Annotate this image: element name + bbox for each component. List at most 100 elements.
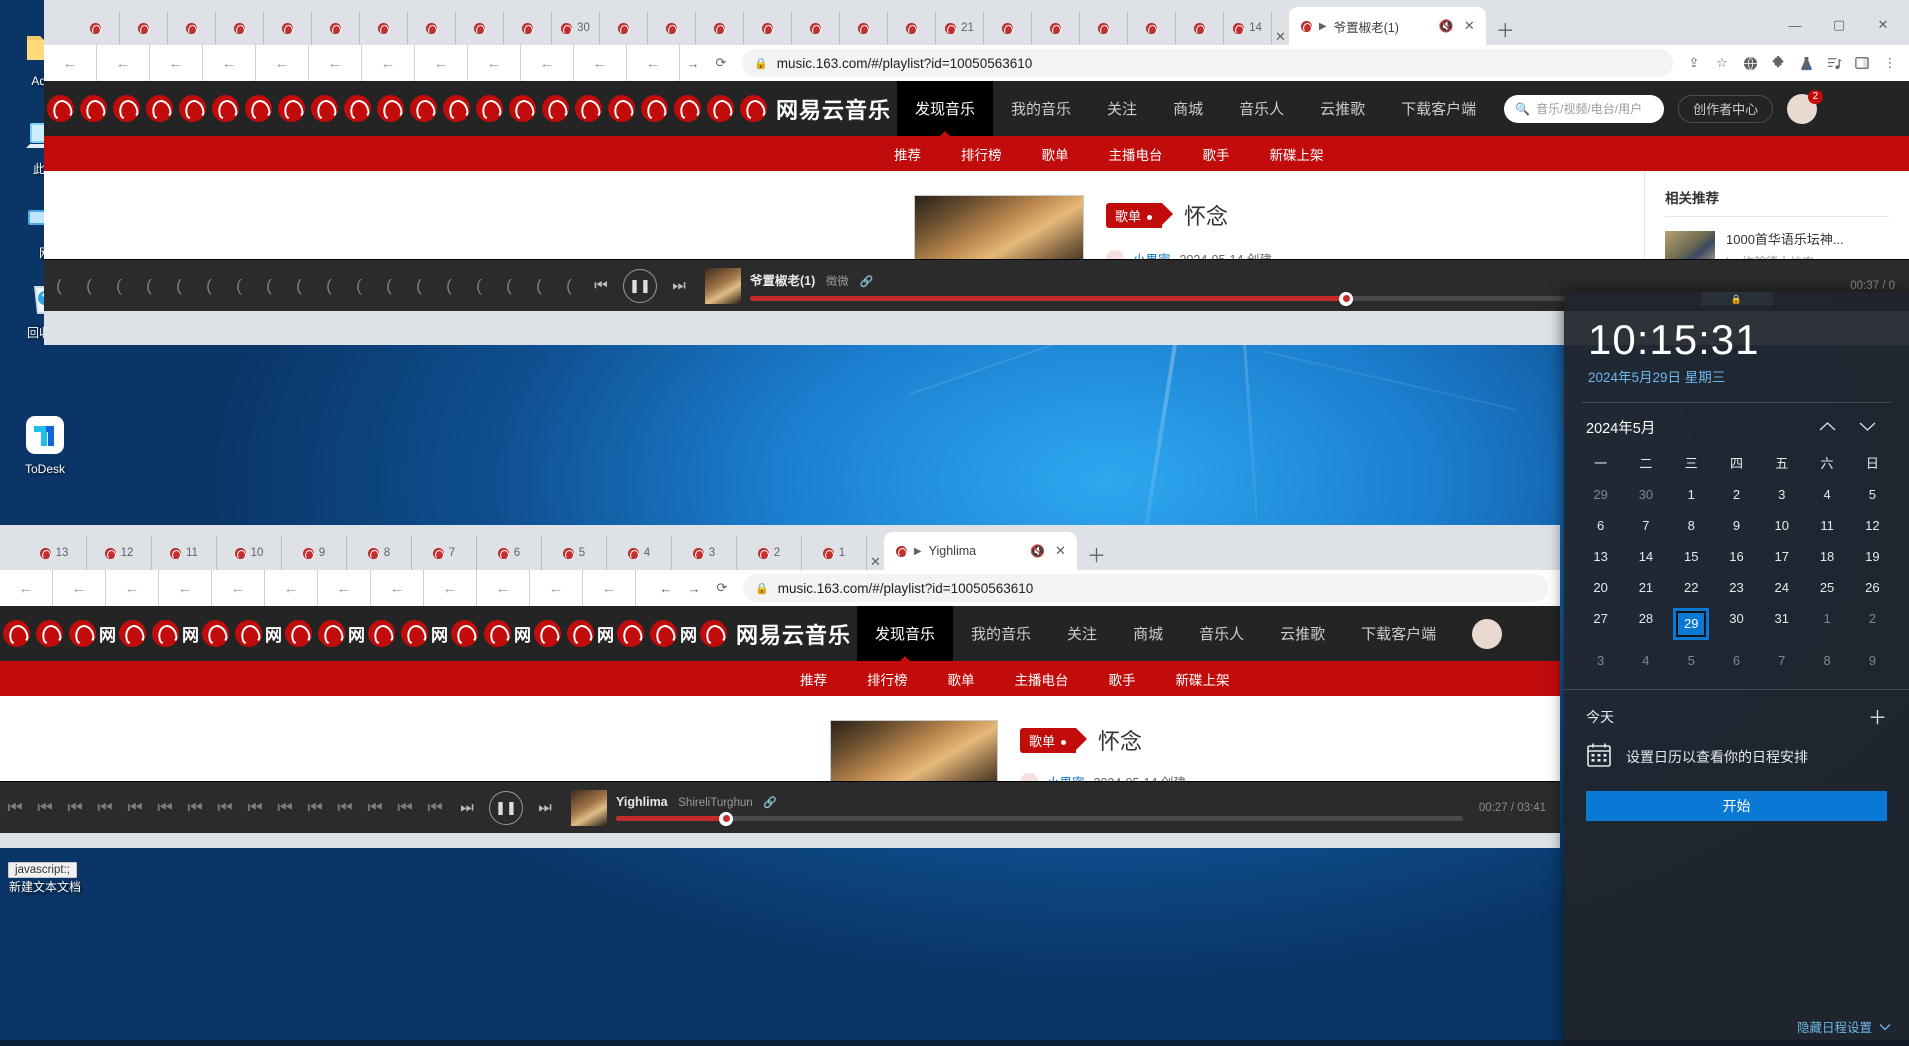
calendar-day[interactable]: 2 bbox=[1850, 604, 1895, 644]
browser-tab-ghost[interactable] bbox=[840, 11, 888, 45]
calendar-day[interactable]: 27 bbox=[1578, 604, 1623, 644]
subnav-item-4[interactable]: 歌手 bbox=[1089, 669, 1156, 689]
nav-item-1[interactable]: 我的音乐 bbox=[953, 606, 1049, 661]
arrow-back-icon[interactable]: ← bbox=[53, 570, 106, 606]
browser-tab-ghost[interactable]: 6 bbox=[477, 536, 542, 570]
new-tab-button[interactable]: ＋ bbox=[1077, 547, 1116, 570]
calendar-day[interactable]: 5 bbox=[1850, 480, 1895, 509]
progress-slider[interactable] bbox=[616, 816, 1463, 821]
calendar-day[interactable]: 29 bbox=[1578, 480, 1623, 509]
side-panel-icon[interactable] bbox=[1849, 50, 1875, 76]
browser-tab-ghost[interactable]: 4 bbox=[607, 536, 672, 570]
browser-tab-ghost[interactable] bbox=[696, 11, 744, 45]
search-input[interactable]: 🔍 音乐/视频/电台/用户 bbox=[1504, 95, 1664, 123]
prev-track-icon[interactable]: ( bbox=[74, 276, 104, 296]
browser-tab-ghost[interactable]: 9 bbox=[282, 536, 347, 570]
netease-logo-icon[interactable] bbox=[697, 620, 730, 647]
minimize-button[interactable]: — bbox=[1773, 18, 1817, 33]
next-track-icon[interactable]: ⏭ bbox=[662, 277, 696, 294]
calendar-day[interactable]: 9 bbox=[1714, 511, 1759, 540]
arrow-back-icon[interactable]: ← bbox=[371, 570, 424, 606]
browser-tab-ghost[interactable] bbox=[408, 11, 456, 45]
subnav-item-5[interactable]: 新碟上架 bbox=[1250, 144, 1344, 164]
nav-item-3[interactable]: 商城 bbox=[1115, 606, 1181, 661]
tab-close-icon[interactable]: ✕ bbox=[1272, 29, 1289, 45]
pause-icon[interactable]: ❚❚ bbox=[623, 269, 657, 303]
tabstrip-bottom[interactable]: 13121110987654321 ✕ ▶ Yighlima 🔇 ✕ ＋ bbox=[0, 525, 1560, 570]
netease-logo-icon[interactable] bbox=[737, 95, 770, 122]
chevron-up-icon[interactable] bbox=[1807, 420, 1847, 435]
prev-track-icon[interactable]: ⏮ bbox=[210, 798, 240, 818]
calendar-day[interactable]: 30 bbox=[1714, 604, 1759, 644]
netease-logo-icon[interactable] bbox=[539, 95, 572, 122]
calendar-day[interactable]: 16 bbox=[1714, 542, 1759, 571]
browser-tab-ghost[interactable] bbox=[456, 11, 504, 45]
browser-tab-ghost[interactable] bbox=[120, 11, 168, 45]
prev-track-icon[interactable]: ( bbox=[104, 276, 134, 296]
kebab-menu-icon[interactable]: ⋮ bbox=[1877, 50, 1903, 76]
netease-logo-icon[interactable] bbox=[638, 95, 671, 122]
browser-tab-ghost[interactable]: 30 bbox=[552, 11, 600, 45]
netease-logo-icon[interactable] bbox=[242, 95, 275, 122]
link-icon[interactable]: 🔗 bbox=[763, 797, 777, 809]
subnav-item-5[interactable]: 新碟上架 bbox=[1156, 669, 1250, 689]
player-bar-bottom[interactable]: ⏮⏮⏮⏮⏮⏮⏮⏮⏮⏮⏮⏮⏮⏮⏮ ⏭ ❚❚ ⏭ Yighlima ShireliT… bbox=[0, 781, 1560, 833]
browser-tab-ghost[interactable]: 2 bbox=[737, 536, 802, 570]
arrow-back-icon[interactable]: ← bbox=[0, 570, 53, 606]
prev-track-icon[interactable]: ( bbox=[44, 276, 74, 296]
netease-logo-icon[interactable] bbox=[308, 95, 341, 122]
calendar-day[interactable]: 7 bbox=[1759, 646, 1804, 675]
browser-tab-ghost[interactable]: 5 bbox=[542, 536, 607, 570]
calendar-day[interactable]: 12 bbox=[1850, 511, 1895, 540]
nav-item-5[interactable]: 云推歌 bbox=[1302, 81, 1383, 136]
calendar-day[interactable]: 6 bbox=[1578, 511, 1623, 540]
browser-tab-ghost[interactable] bbox=[600, 11, 648, 45]
nav-item-0[interactable]: 发现音乐 bbox=[897, 81, 993, 136]
browser-tab-ghost[interactable]: 21 bbox=[936, 11, 984, 45]
calendar-day[interactable]: 3 bbox=[1759, 480, 1804, 509]
netease-nav-menu[interactable]: 发现音乐我的音乐关注商城音乐人云推歌下载客户端 bbox=[857, 606, 1454, 661]
calendar-day[interactable]: 26 bbox=[1850, 573, 1895, 602]
arrow-back-icon[interactable]: ← bbox=[627, 45, 680, 81]
start-button[interactable]: 开始 bbox=[1586, 791, 1887, 821]
arrow-back-icon[interactable]: ← bbox=[256, 45, 309, 81]
netease-logo-icon[interactable] bbox=[176, 95, 209, 122]
netease-logo-icon[interactable] bbox=[44, 95, 77, 122]
prev-track-icon[interactable]: ( bbox=[194, 276, 224, 296]
arrow-back-icon[interactable]: ← bbox=[318, 570, 371, 606]
prev-track-icon[interactable]: ( bbox=[404, 276, 434, 296]
close-icon[interactable]: ✕ bbox=[1052, 543, 1069, 559]
calendar-day[interactable]: 17 bbox=[1759, 542, 1804, 571]
arrow-back-icon[interactable]: ← bbox=[212, 570, 265, 606]
netease-logo-icon[interactable] bbox=[282, 620, 315, 647]
browser-tab-ghost[interactable] bbox=[216, 11, 264, 45]
subnav-item-1[interactable]: 排行榜 bbox=[847, 669, 928, 689]
lock-icon[interactable]: 🔒 bbox=[1701, 292, 1773, 306]
prev-track-icon[interactable]: ⏮ bbox=[300, 798, 330, 818]
prev-track-icon[interactable]: ⏮ bbox=[240, 798, 270, 818]
prev-track-icon[interactable]: ⏮ bbox=[180, 798, 210, 818]
arrow-back-icon[interactable]: ← bbox=[530, 570, 583, 606]
nav-item-5[interactable]: 云推歌 bbox=[1262, 606, 1343, 661]
browser-tab-ghost[interactable]: 3 bbox=[672, 536, 737, 570]
browser-tab-ghost[interactable] bbox=[1176, 11, 1224, 45]
maximize-button[interactable]: ▢ bbox=[1817, 17, 1861, 33]
bookmark-star-icon[interactable]: ☆ bbox=[1709, 50, 1735, 76]
chrome-window-bottom[interactable]: 13121110987654321 ✕ ▶ Yighlima 🔇 ✕ ＋ ←←←… bbox=[0, 525, 1560, 848]
subnav-item-2[interactable]: 歌单 bbox=[1022, 144, 1089, 164]
netease-logo-icon[interactable] bbox=[143, 95, 176, 122]
netease-logo-icon[interactable] bbox=[33, 620, 66, 647]
prev-track-icon[interactable]: ⏮ bbox=[420, 798, 450, 818]
netease-navbar-top[interactable]: 网易云音乐 发现音乐我的音乐关注商城音乐人云推歌下载客户端 🔍 音乐/视频/电台… bbox=[44, 81, 1909, 136]
netease-logo-icon[interactable] bbox=[506, 95, 539, 122]
netease-logo-icon[interactable] bbox=[704, 95, 737, 122]
arrow-back-icon[interactable]: ← bbox=[521, 45, 574, 81]
chevron-down-icon[interactable] bbox=[1847, 420, 1887, 435]
browser-tab-ghost[interactable]: 12 bbox=[87, 536, 152, 570]
browser-tab-ghost[interactable] bbox=[264, 11, 312, 45]
prev-track-icon[interactable]: ( bbox=[554, 276, 584, 296]
prev-track-icon[interactable]: ( bbox=[314, 276, 344, 296]
subnav-item-3[interactable]: 主播电台 bbox=[1089, 144, 1183, 164]
browser-tab-ghost[interactable] bbox=[312, 11, 360, 45]
calendar-day[interactable]: 25 bbox=[1804, 573, 1849, 602]
